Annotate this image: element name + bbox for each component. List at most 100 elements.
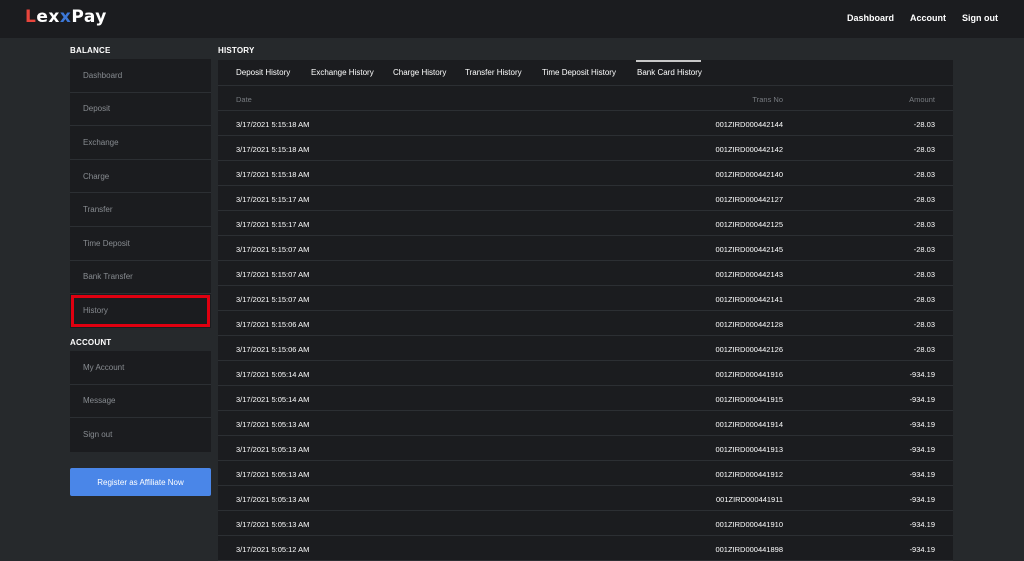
cell-amount: -934.19 <box>909 370 935 379</box>
logo-text-ex: ex <box>36 7 60 27</box>
table-row: 3/17/2021 5:15:18 AM 001ZIRD000442140 -28.… <box>218 161 953 186</box>
cell-amount: -934.19 <box>909 520 935 529</box>
register-affiliate-button[interactable]: Register as Affiliate Now <box>70 468 211 496</box>
table-row: 3/17/2021 5:05:13 AM 001ZIRD000441910 -934… <box>218 511 953 536</box>
cell-date: 3/17/2021 5:05:13 AM <box>236 495 310 504</box>
cell-date: 3/17/2021 5:15:07 AM <box>236 295 310 304</box>
sidebar-item-message[interactable]: Message <box>70 385 211 419</box>
table-row: 3/17/2021 5:15:18 AM 001ZIRD000442144 -28.… <box>218 111 953 136</box>
cell-amount: -934.19 <box>909 545 935 554</box>
cell-amount: -28.03 <box>913 170 935 179</box>
cell-date: 3/17/2021 5:15:07 AM <box>236 270 310 279</box>
table-row: 3/17/2021 5:05:14 AM 001ZIRD000441916 -934… <box>218 361 953 386</box>
cell-amount: -934.19 <box>909 470 935 479</box>
cell-date: 3/17/2021 5:05:14 AM <box>236 395 310 404</box>
cell-amount: -28.03 <box>913 295 935 304</box>
lexxpay-logo[interactable]: LexxPay <box>25 7 107 27</box>
cell-amount: -28.03 <box>913 270 935 279</box>
tab-transfer-history[interactable]: Transfer History <box>465 68 522 77</box>
cell-trans-no: 001ZIRD000442127 <box>715 195 783 204</box>
cell-trans-no: 001ZIRD000442140 <box>715 170 783 179</box>
account-section-title: ACCOUNT <box>70 338 112 347</box>
sidebar-item-dashboard[interactable]: Dashboard <box>70 59 211 93</box>
sidebar-item-bank-transfer[interactable]: Bank Transfer <box>70 261 211 295</box>
sidebar-item-transfer[interactable]: Transfer <box>70 193 211 227</box>
sidebar-item-my-account[interactable]: My Account <box>70 351 211 385</box>
nav-sign-out-link[interactable]: Sign out <box>962 13 998 23</box>
table-row: 3/17/2021 5:15:07 AM 001ZIRD000442143 -28.… <box>218 261 953 286</box>
cell-trans-no: 001ZIRD000441915 <box>715 395 783 404</box>
sidebar-item-exchange[interactable]: Exchange <box>70 126 211 160</box>
tab-time-deposit-history[interactable]: Time Deposit History <box>542 68 616 77</box>
cell-date: 3/17/2021 5:15:18 AM <box>236 145 310 154</box>
tab-exchange-history[interactable]: Exchange History <box>311 68 374 77</box>
table-row: 3/17/2021 5:05:12 AM 001ZIRD000441898 -934… <box>218 536 953 561</box>
sidebar-item-history[interactable]: History <box>70 294 211 328</box>
table-row: 3/17/2021 5:05:14 AM 001ZIRD000441915 -934… <box>218 386 953 411</box>
cell-trans-no: 001ZIRD000441916 <box>715 370 783 379</box>
column-header-date: Date <box>236 95 252 104</box>
table-body: 3/17/2021 5:15:18 AM 001ZIRD000442144 -28.… <box>218 111 953 561</box>
cell-trans-no: 001ZIRD000441910 <box>715 520 783 529</box>
cell-amount: -934.19 <box>909 395 935 404</box>
cell-date: 3/17/2021 5:05:13 AM <box>236 470 310 479</box>
account-menu: My Account Message Sign out <box>70 351 211 452</box>
tab-bank-card-history[interactable]: Bank Card History <box>637 68 702 77</box>
cell-trans-no: 001ZIRD000442128 <box>715 320 783 329</box>
sidebar-item-sign-out[interactable]: Sign out <box>70 418 211 452</box>
sidebar-item-time-deposit[interactable]: Time Deposit <box>70 227 211 261</box>
balance-menu: Dashboard Deposit Exchange Charge Transf… <box>70 59 211 328</box>
sidebar-item-charge[interactable]: Charge <box>70 160 211 194</box>
cell-trans-no: 001ZIRD000441914 <box>715 420 783 429</box>
cell-amount: -934.19 <box>909 445 935 454</box>
history-tabs: Deposit History Exchange History Charge … <box>218 60 953 86</box>
cell-amount: -28.03 <box>913 120 935 129</box>
cell-trans-no: 001ZIRD000442125 <box>715 220 783 229</box>
cell-date: 3/17/2021 5:05:13 AM <box>236 420 310 429</box>
top-bar: LexxPay Dashboard Account Sign out <box>0 0 1024 38</box>
column-header-trans-no: Trans No <box>752 95 783 104</box>
nav-dashboard-link[interactable]: Dashboard <box>847 13 894 23</box>
table-row: 3/17/2021 5:15:17 AM 001ZIRD000442125 -28.… <box>218 211 953 236</box>
cell-date: 3/17/2021 5:05:14 AM <box>236 370 310 379</box>
balance-section-title: BALANCE <box>70 46 111 55</box>
cell-date: 3/17/2021 5:05:12 AM <box>236 545 310 554</box>
cell-date: 3/17/2021 5:15:17 AM <box>236 195 310 204</box>
column-header-amount: Amount <box>909 95 935 104</box>
tab-charge-history[interactable]: Charge History <box>393 68 446 77</box>
logo-text-pay: Pay <box>71 7 107 27</box>
table-row: 3/17/2021 5:15:17 AM 001ZIRD000442127 -28.… <box>218 186 953 211</box>
cell-trans-no: 001ZIRD000442126 <box>715 345 783 354</box>
cell-date: 3/17/2021 5:15:17 AM <box>236 220 310 229</box>
cell-amount: -934.19 <box>909 420 935 429</box>
logo-letter-x: x <box>59 7 72 27</box>
page-title: HISTORY <box>218 46 255 55</box>
cell-trans-no: 001ZIRD000441913 <box>715 445 783 454</box>
cell-trans-no: 001ZIRD000442144 <box>715 120 783 129</box>
table-row: 3/17/2021 5:05:13 AM 001ZIRD000441914 -934… <box>218 411 953 436</box>
cell-trans-no: 001ZIRD000442141 <box>715 295 783 304</box>
cell-amount: -28.03 <box>913 220 935 229</box>
cell-amount: -28.03 <box>913 145 935 154</box>
tab-deposit-history[interactable]: Deposit History <box>236 68 290 77</box>
table-row: 3/17/2021 5:05:13 AM 001ZIRD000441913 -934… <box>218 436 953 461</box>
cell-amount: -28.03 <box>913 245 935 254</box>
cell-date: 3/17/2021 5:15:06 AM <box>236 320 310 329</box>
cell-trans-no: 001ZIRD000442145 <box>715 245 783 254</box>
cell-date: 3/17/2021 5:15:06 AM <box>236 345 310 354</box>
top-nav: Dashboard Account Sign out <box>847 13 998 23</box>
table-row: 3/17/2021 5:15:06 AM 001ZIRD000442126 -28.… <box>218 336 953 361</box>
cell-date: 3/17/2021 5:15:07 AM <box>236 245 310 254</box>
cell-amount: -28.03 <box>913 320 935 329</box>
sidebar-item-deposit[interactable]: Deposit <box>70 93 211 127</box>
cell-trans-no: 001ZIRD000441911 <box>716 495 783 504</box>
cell-trans-no: 001ZIRD000441898 <box>715 545 783 554</box>
table-row: 3/17/2021 5:15:07 AM 001ZIRD000442141 -28.… <box>218 286 953 311</box>
cell-trans-no: 001ZIRD000442143 <box>715 270 783 279</box>
active-tab-indicator <box>636 60 701 62</box>
logo-letter-l: L <box>25 7 37 27</box>
table-row: 3/17/2021 5:15:07 AM 001ZIRD000442145 -28.… <box>218 236 953 261</box>
cell-date: 3/17/2021 5:05:13 AM <box>236 520 310 529</box>
table-row: 3/17/2021 5:15:06 AM 001ZIRD000442128 -28.… <box>218 311 953 336</box>
nav-account-link[interactable]: Account <box>910 13 946 23</box>
